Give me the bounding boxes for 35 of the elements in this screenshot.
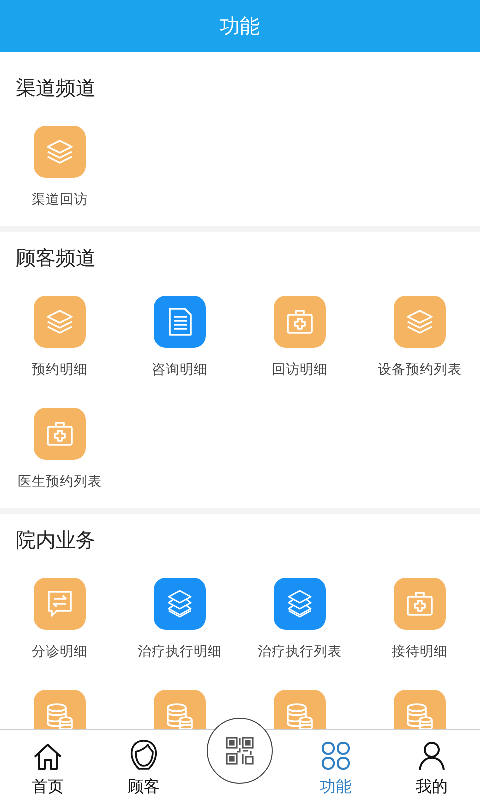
user-icon xyxy=(418,741,446,771)
medkit-icon[interactable] xyxy=(274,296,326,348)
stack-icon[interactable] xyxy=(154,578,206,630)
function-label[interactable]: 渠道回访 xyxy=(32,190,88,210)
database-icon[interactable] xyxy=(34,690,86,729)
section-title: 顾客频道 xyxy=(16,244,96,272)
tab[interactable]: 我的 xyxy=(384,730,480,800)
function-label[interactable]: 咨询明细 xyxy=(152,360,208,380)
function-label[interactable]: 设备预约列表 xyxy=(378,360,462,380)
database-icon[interactable] xyxy=(394,690,446,729)
tab[interactable]: 首页 xyxy=(0,730,96,800)
medkit-icon[interactable] xyxy=(394,578,446,630)
layers-icon[interactable] xyxy=(394,296,446,348)
tab[interactable]: 顾客 xyxy=(96,730,192,800)
grid-icon xyxy=(321,741,351,771)
layers-icon[interactable] xyxy=(34,126,86,178)
function-label[interactable]: 回访明细 xyxy=(272,360,328,380)
tab[interactable]: 功能 xyxy=(288,730,384,800)
function-label[interactable]: 医生预约列表 xyxy=(18,472,102,492)
page-title: 功能 xyxy=(0,0,480,52)
section-title: 院内业务 xyxy=(16,526,96,554)
home-icon xyxy=(33,743,63,771)
chat-icon[interactable] xyxy=(34,578,86,630)
section-title: 渠道频道 xyxy=(16,74,96,102)
medkit-icon[interactable] xyxy=(34,408,86,460)
document-icon[interactable] xyxy=(154,296,206,348)
customer-icon xyxy=(129,739,159,771)
function-label[interactable]: 分诊明细 xyxy=(32,642,88,662)
layers-icon[interactable] xyxy=(34,296,86,348)
function-label[interactable]: 接待明细 xyxy=(392,642,448,662)
function-label[interactable]: 预约明细 xyxy=(32,360,88,380)
stack-icon[interactable] xyxy=(274,578,326,630)
function-label[interactable]: 治疗执行明细 xyxy=(138,642,222,662)
qr-code-icon xyxy=(226,737,254,765)
function-label[interactable]: 治疗执行列表 xyxy=(258,642,342,662)
